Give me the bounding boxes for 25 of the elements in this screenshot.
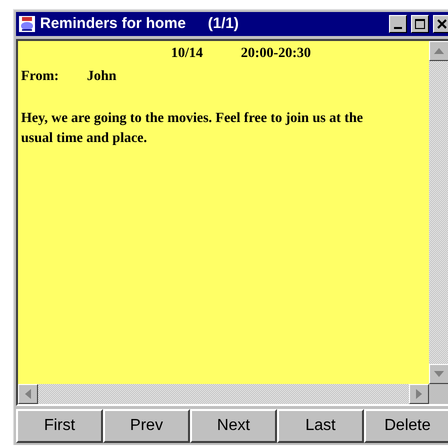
nav-button[interactable]: Prev — [103, 409, 190, 443]
vertical-scrollbar[interactable] — [429, 41, 448, 384]
scroll-down-button[interactable] — [429, 364, 448, 384]
down-arrow-icon — [434, 371, 444, 377]
nav-button[interactable]: Next — [190, 409, 277, 443]
nav-button[interactable]: First — [16, 409, 103, 443]
close-button[interactable] — [433, 15, 448, 33]
from-label: From: — [21, 68, 59, 86]
minimize-button[interactable] — [389, 15, 407, 33]
up-arrow-icon — [434, 48, 444, 54]
reminder-message: Hey, we are going to the movies. Feel free to join us at the usual time and place. — [21, 110, 364, 148]
nav-button[interactable]: Last — [277, 409, 364, 443]
scroll-right-button[interactable] — [409, 384, 429, 404]
reminder-date: 10/14 — [171, 45, 203, 63]
reminder-time: 20:00-20:30 — [240, 45, 311, 63]
sender-name: John — [86, 68, 116, 86]
horizontal-scrollbar[interactable] — [18, 384, 429, 404]
maximize-button[interactable] — [411, 15, 429, 33]
reminder-counter: (1/1) — [208, 14, 239, 34]
window-title: Reminders for home — [40, 14, 186, 34]
right-arrow-icon — [416, 389, 422, 399]
nav-button[interactable]: Delete — [364, 409, 448, 443]
left-arrow-icon — [25, 389, 31, 399]
scroll-left-button[interactable] — [18, 384, 38, 404]
scroll-up-button[interactable] — [429, 41, 448, 61]
